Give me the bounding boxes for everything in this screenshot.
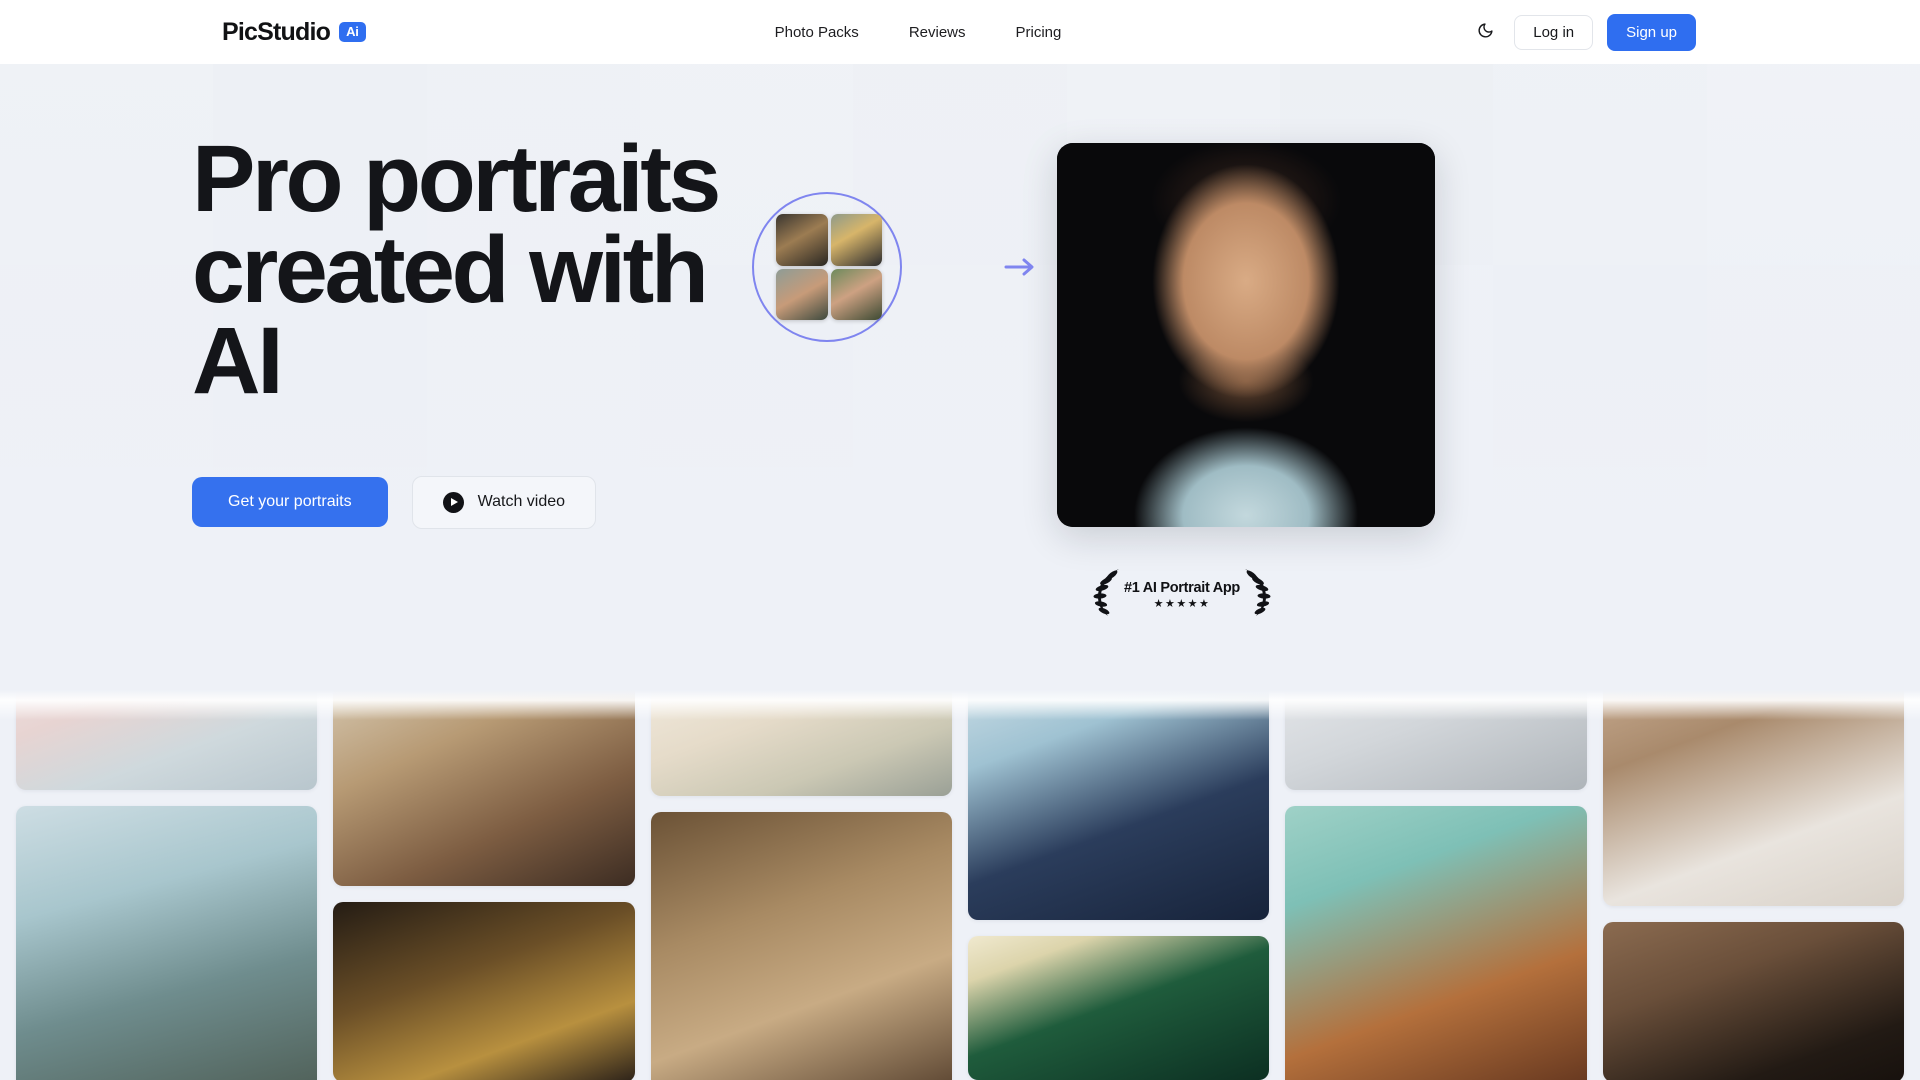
signup-button[interactable]: Sign up — [1607, 13, 1696, 51]
portrait-gallery — [0, 668, 1920, 1080]
gallery-column-4 — [967, 668, 1270, 1080]
gallery-column-5 — [1285, 668, 1587, 1080]
site-header: PicStudio Ai Photo Packs Reviews Pricing… — [0, 0, 1920, 64]
brand-logo[interactable]: PicStudio Ai — [222, 18, 366, 47]
nav-item-pricing[interactable]: Pricing — [1016, 24, 1062, 41]
gallery-column-6 — [1602, 668, 1904, 1080]
gallery-column-1 — [16, 668, 318, 1080]
watch-video-button[interactable]: Watch video — [411, 475, 597, 529]
get-portraits-button[interactable]: Get your portraits — [192, 477, 388, 528]
hero-visual: #1 AI Portrait App ★★★★★ — [752, 64, 1728, 668]
header-actions: Log in Sign up — [1470, 13, 1696, 51]
arrow-right-icon — [1004, 254, 1036, 280]
brand-ai-badge: Ai — [339, 22, 366, 42]
photo-sepia-1930s-woman[interactable] — [650, 812, 952, 1080]
photo-grey-cardigan-man[interactable] — [1285, 668, 1587, 790]
hero-section: Pro portraits created with AI Get your p… — [0, 64, 1920, 668]
photo-businessman-office[interactable] — [967, 668, 1270, 920]
main-navigation: Photo Packs Reviews Pricing — [775, 24, 1062, 41]
watch-video-label: Watch video — [477, 493, 566, 511]
photo-curly-hair-glasses-woman[interactable] — [1285, 806, 1587, 1080]
login-button[interactable]: Log in — [1514, 14, 1594, 50]
photo-white-shirt-studio-man[interactable] — [1602, 668, 1904, 906]
photo-winter-beanie-portrait[interactable] — [16, 806, 318, 1080]
thumb-selfie-dog — [776, 214, 828, 266]
hero-content: Pro portraits created with AI Get your p… — [192, 64, 752, 529]
award-badge-title: #1 AI Portrait App — [1124, 579, 1240, 596]
photo-green-polaroid-frame[interactable] — [967, 936, 1270, 1080]
brand-name: PicStudio — [222, 17, 331, 46]
laurel-right-icon — [1242, 567, 1272, 622]
photo-golden-machinery-portrait[interactable] — [333, 902, 635, 1080]
photo-dark-hair-brown-backdrop[interactable] — [1602, 922, 1904, 1080]
gallery-column-2 — [333, 668, 635, 1080]
photo-soft-vintage-woman[interactable] — [650, 668, 952, 796]
photo-blonde-denim[interactable] — [16, 668, 318, 790]
photo-steampunk-sunglasses[interactable] — [333, 668, 635, 886]
award-badge: #1 AI Portrait App ★★★★★ — [1092, 567, 1272, 622]
nav-item-reviews[interactable]: Reviews — [909, 24, 966, 41]
result-portrait-card — [1057, 143, 1435, 527]
thumb-selfie-laughing — [830, 268, 882, 320]
thumb-selfie-champagne — [830, 214, 882, 266]
gallery-column-3 — [650, 668, 952, 1080]
moon-icon — [1477, 22, 1494, 42]
theme-toggle-button[interactable] — [1470, 17, 1500, 47]
play-icon — [442, 491, 464, 513]
award-badge-stars: ★★★★★ — [1153, 597, 1211, 610]
ai-generated-portrait-image — [1057, 143, 1435, 527]
hero-cta-row: Get your portraits Watch video — [192, 475, 752, 529]
page-title: Pro portraits created with AI — [192, 126, 721, 415]
thumb-selfie-outdoors — [776, 268, 828, 320]
source-selfies-grid — [776, 214, 882, 320]
laurel-left-icon — [1092, 567, 1122, 622]
nav-item-photo-packs[interactable]: Photo Packs — [775, 24, 859, 41]
